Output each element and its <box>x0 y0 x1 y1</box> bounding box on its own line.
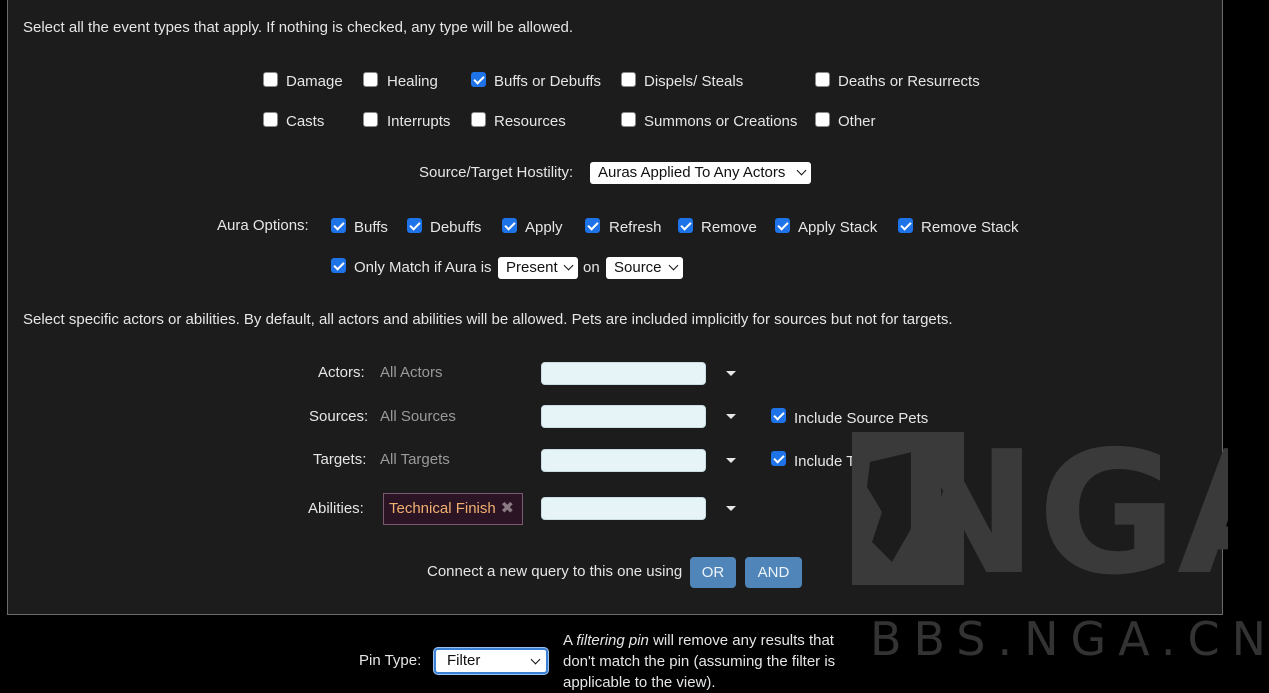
label-casts: Casts <box>286 113 325 130</box>
chevron-down-icon <box>530 654 541 665</box>
chevron-down-icon <box>563 260 574 271</box>
label-damage: Damage <box>286 73 343 90</box>
pin-type-value: Filter <box>447 652 481 669</box>
label-deaths-or-resurrects: Deaths or Resurrects <box>838 73 980 90</box>
aura-presence-value: Present <box>506 259 558 276</box>
watermark-url: BBS.NGA.CN <box>870 612 1269 666</box>
remove-tag-icon[interactable]: ✖ <box>501 494 514 524</box>
checkbox-damage[interactable] <box>263 72 278 87</box>
dropdown-caret-icon[interactable] <box>726 371 736 376</box>
label-aura-remove: Remove <box>701 219 757 236</box>
label-include-source-pets: Include Source Pets <box>794 410 929 427</box>
checkbox-casts[interactable] <box>263 112 278 127</box>
label-aura-remove-stack: Remove Stack <box>921 219 1019 236</box>
checkbox-aura-remove-stack[interactable] <box>898 218 913 233</box>
label-aura-debuffs: Debuffs <box>430 219 482 236</box>
label-other: Other <box>838 113 876 130</box>
checkbox-dispels-steals[interactable] <box>621 72 636 87</box>
pin-description: A filtering pin will remove any results … <box>563 630 863 693</box>
label-on: on <box>583 259 600 276</box>
checkbox-resources[interactable] <box>471 112 486 127</box>
sources-value: All Sources <box>380 408 456 425</box>
checkbox-include-target-pets[interactable] <box>771 451 786 466</box>
checkbox-aura-buffs[interactable] <box>331 218 346 233</box>
checkbox-include-source-pets[interactable] <box>771 408 786 423</box>
sources-label: Sources: <box>309 408 369 425</box>
checkbox-aura-remove[interactable] <box>678 218 693 233</box>
label-aura-apply-stack: Apply Stack <box>798 219 878 236</box>
checkbox-other[interactable] <box>815 112 830 127</box>
aura-presence-select[interactable]: Present <box>498 257 578 279</box>
checkbox-summons-or-creations[interactable] <box>621 112 636 127</box>
abilities-label: Abilities: <box>308 500 364 517</box>
targets-input[interactable] <box>541 449 706 472</box>
dropdown-caret-icon[interactable] <box>726 414 736 419</box>
aura-target-select[interactable]: Source <box>606 257 683 279</box>
aura-options-label: Aura Options: <box>217 217 309 234</box>
checkbox-only-match[interactable] <box>331 258 346 273</box>
connect-text: Connect a new query to this one using <box>427 563 683 580</box>
targets-value: All Targets <box>380 451 450 468</box>
targets-label: Targets: <box>313 451 367 468</box>
label-healing: Healing <box>387 73 438 90</box>
event-types-intro: Select all the event types that apply. I… <box>23 19 574 36</box>
label-dispels-steals: Dispels/ Steals <box>644 73 744 90</box>
chevron-down-icon <box>796 165 807 176</box>
actors-input[interactable] <box>541 362 706 385</box>
or-button[interactable]: OR <box>690 557 736 588</box>
watermark-logo: NGA <box>852 432 1228 585</box>
hostility-label: Source/Target Hostility: <box>419 164 574 181</box>
dropdown-caret-icon[interactable] <box>726 506 736 511</box>
abilities-input[interactable] <box>541 497 706 520</box>
label-interrupts: Interrupts <box>387 113 451 130</box>
checkbox-buffs-or-debuffs[interactable] <box>471 72 486 87</box>
actors-value: All Actors <box>380 364 443 381</box>
label-resources: Resources <box>494 113 566 130</box>
actors-label: Actors: <box>318 364 365 381</box>
checkbox-aura-refresh[interactable] <box>585 218 600 233</box>
checkbox-interrupts[interactable] <box>363 112 378 127</box>
label-aura-buffs: Buffs <box>354 219 388 236</box>
checkbox-aura-apply[interactable] <box>502 218 517 233</box>
hostility-value: Auras Applied To Any Actors <box>598 164 786 181</box>
pin-type-label: Pin Type: <box>359 652 422 669</box>
and-button[interactable]: AND <box>745 557 802 588</box>
pin-type-select[interactable]: Filter <box>434 648 548 674</box>
label-buffs-or-debuffs: Buffs or Debuffs <box>494 73 602 90</box>
actors-intro: Select specific actors or abilities. By … <box>23 311 953 328</box>
sources-input[interactable] <box>541 405 706 428</box>
label-aura-apply: Apply <box>525 219 563 236</box>
dropdown-caret-icon[interactable] <box>726 458 736 463</box>
pin-desc-em: filtering pin <box>576 632 649 649</box>
checkbox-deaths-or-resurrects[interactable] <box>815 72 830 87</box>
checkbox-healing[interactable] <box>363 72 378 87</box>
aura-target-value: Source <box>614 259 662 276</box>
label-summons-or-creations: Summons or Creations <box>644 113 798 130</box>
pin-desc-prefix: A <box>563 632 577 649</box>
watermark-logo-text: NGA <box>895 432 1228 585</box>
label-only-match: Only Match if Aura is <box>354 259 492 276</box>
ability-tag-label: Technical Finish <box>389 500 496 517</box>
checkbox-aura-debuffs[interactable] <box>407 218 422 233</box>
hostility-select[interactable]: Auras Applied To Any Actors <box>590 162 811 184</box>
chevron-down-icon <box>668 260 679 271</box>
checkbox-aura-apply-stack[interactable] <box>775 218 790 233</box>
ability-tag: Technical Finish ✖ <box>383 493 523 525</box>
label-aura-refresh: Refresh <box>609 219 662 236</box>
